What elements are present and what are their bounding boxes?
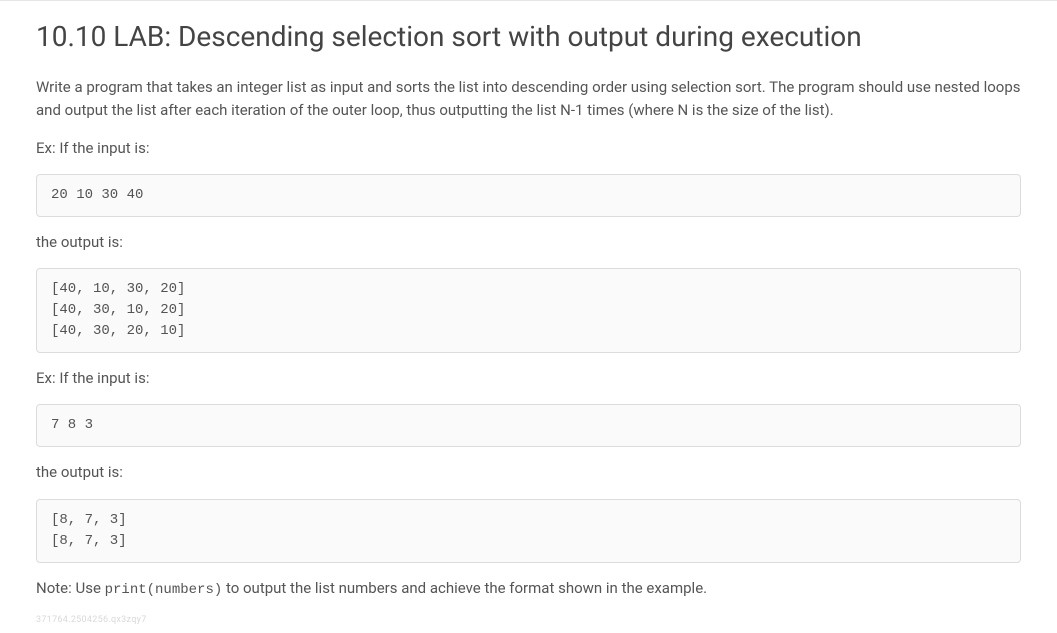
- note-suffix: to output the list numbers and achieve t…: [222, 579, 707, 597]
- note-prefix: Note: Use: [36, 579, 105, 597]
- watermark-text: 371764.2504256.qx3zqy7: [36, 615, 1021, 625]
- example2-output-label: the output is:: [36, 461, 1021, 484]
- note-inline-code: print(numbers): [105, 582, 223, 598]
- example1-output-code: [40, 10, 30, 20] [40, 30, 10, 20] [40, 3…: [36, 268, 1021, 353]
- example2-input-code: 7 8 3: [36, 404, 1021, 447]
- example1-output-label: the output is:: [36, 231, 1021, 254]
- intro-paragraph: Write a program that takes an integer li…: [36, 76, 1021, 123]
- note-paragraph: Note: Use print(numbers) to output the l…: [36, 577, 1021, 602]
- page-title: 10.10 LAB: Descending selection sort wit…: [36, 19, 1021, 54]
- lab-content: 10.10 LAB: Descending selection sort wit…: [0, 19, 1057, 633]
- example1-input-code: 20 10 30 40: [36, 174, 1021, 217]
- example1-input-label: Ex: If the input is:: [36, 137, 1021, 160]
- example2-output-code: [8, 7, 3] [8, 7, 3]: [36, 499, 1021, 563]
- example2-input-label: Ex: If the input is:: [36, 367, 1021, 390]
